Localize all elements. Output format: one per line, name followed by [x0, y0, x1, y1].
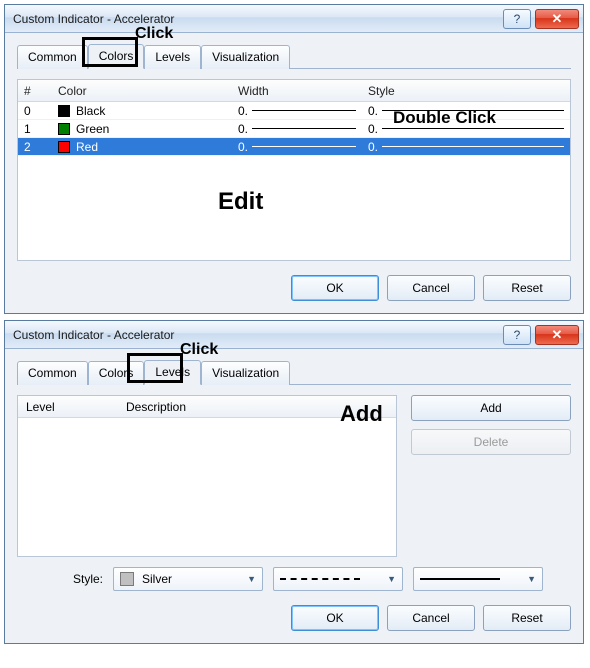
cell-width: 0.	[232, 104, 362, 118]
dialog-colors: Custom Indicator - Accelerator ? ✕ Click…	[4, 4, 584, 314]
chevron-down-icon: ▼	[247, 574, 256, 584]
tab-bar: Common Colors Levels Visualization	[17, 359, 571, 385]
tab-common[interactable]: Common	[17, 361, 88, 385]
close-button[interactable]: ✕	[535, 9, 579, 29]
chevron-down-icon: ▼	[387, 574, 396, 584]
col-color[interactable]: Color	[52, 84, 232, 98]
tab-colors[interactable]: Colors	[88, 361, 145, 385]
style-value: 0.	[368, 122, 378, 136]
levels-header: Level Description	[18, 396, 396, 418]
color-name: Green	[76, 122, 109, 136]
dialog-body: Click Common Colors Levels Visualization…	[5, 33, 583, 313]
dash-preview-icon	[280, 578, 360, 580]
help-icon: ?	[514, 328, 521, 342]
style-value: 0.	[368, 140, 378, 154]
style-dash-combo[interactable]: ▼	[273, 567, 403, 591]
chevron-down-icon: ▼	[527, 574, 536, 584]
dialog-levels: Custom Indicator - Accelerator ? ✕ Click…	[4, 320, 584, 644]
table-header: # Color Width Style	[18, 80, 570, 102]
style-value: 0.	[368, 104, 378, 118]
width-preview-icon	[252, 146, 356, 147]
levels-area: Level Description Add Delete	[17, 395, 571, 557]
ok-button[interactable]: OK	[291, 275, 379, 301]
style-color-combo[interactable]: Silver ▼	[113, 567, 263, 591]
delete-button: Delete	[411, 429, 571, 455]
color-swatch-icon	[58, 141, 70, 153]
button-row: OK Cancel Reset	[17, 275, 571, 301]
close-icon: ✕	[552, 327, 563, 343]
style-preview-icon	[382, 128, 564, 129]
tab-visualization[interactable]: Visualization	[201, 45, 290, 69]
width-value: 0.	[238, 104, 248, 118]
solid-preview-icon	[420, 578, 500, 580]
titlebar[interactable]: Custom Indicator - Accelerator ? ✕	[5, 321, 583, 349]
help-button[interactable]: ?	[503, 325, 531, 345]
ok-button[interactable]: OK	[291, 605, 379, 631]
cell-idx: 1	[18, 122, 52, 136]
cancel-button[interactable]: Cancel	[387, 605, 475, 631]
cancel-button[interactable]: Cancel	[387, 275, 475, 301]
col-index[interactable]: #	[18, 84, 52, 98]
tab-visualization[interactable]: Visualization	[201, 361, 290, 385]
table-row[interactable]: 1 Green 0. 0.	[18, 120, 570, 138]
cell-style: 0.	[362, 122, 570, 136]
tab-common[interactable]: Common	[17, 45, 88, 69]
col-width[interactable]: Width	[232, 84, 362, 98]
close-icon: ✕	[552, 11, 563, 27]
cell-idx: 0	[18, 104, 52, 118]
color-name: Black	[76, 104, 105, 118]
style-row: Style: Silver ▼ ▼ ▼	[17, 567, 571, 591]
cell-style: 0.	[362, 104, 570, 118]
style-color-name: Silver	[142, 572, 172, 586]
width-value: 0.	[238, 122, 248, 136]
style-label: Style:	[73, 572, 103, 586]
col-style[interactable]: Style	[362, 84, 570, 98]
cell-width: 0.	[232, 140, 362, 154]
tab-colors[interactable]: Colors	[88, 44, 145, 69]
style-preview-icon	[382, 146, 564, 147]
style-preview-icon	[382, 110, 564, 111]
tab-bar: Common Colors Levels Visualization	[17, 43, 571, 69]
table-row[interactable]: 0 Black 0. 0.	[18, 102, 570, 120]
cell-color: Green	[52, 122, 232, 136]
color-swatch-icon	[120, 572, 134, 586]
tab-levels[interactable]: Levels	[144, 45, 201, 69]
cell-style: 0.	[362, 140, 570, 154]
cell-color: Black	[52, 104, 232, 118]
col-level[interactable]: Level	[18, 396, 118, 417]
style-width-combo[interactable]: ▼	[413, 567, 543, 591]
window-title: Custom Indicator - Accelerator	[13, 12, 499, 26]
reset-button[interactable]: Reset	[483, 275, 571, 301]
table-row-selected[interactable]: 2 Red 0. 0.	[18, 138, 570, 156]
cell-idx: 2	[18, 140, 52, 154]
levels-table[interactable]: Level Description	[17, 395, 397, 557]
color-swatch-icon	[58, 123, 70, 135]
help-icon: ?	[514, 12, 521, 26]
window-title: Custom Indicator - Accelerator	[13, 328, 499, 342]
tab-levels[interactable]: Levels	[144, 360, 201, 385]
color-swatch-icon	[58, 105, 70, 117]
button-row: OK Cancel Reset	[17, 605, 571, 631]
colors-table: # Color Width Style 0 Black 0. 0. 1	[17, 79, 571, 261]
color-name: Red	[76, 140, 98, 154]
width-value: 0.	[238, 140, 248, 154]
help-button[interactable]: ?	[503, 9, 531, 29]
close-button[interactable]: ✕	[535, 325, 579, 345]
annotation-edit: Edit	[218, 188, 263, 216]
cell-color: Red	[52, 140, 232, 154]
col-description[interactable]: Description	[118, 396, 194, 417]
titlebar[interactable]: Custom Indicator - Accelerator ? ✕	[5, 5, 583, 33]
cell-width: 0.	[232, 122, 362, 136]
reset-button[interactable]: Reset	[483, 605, 571, 631]
levels-side-buttons: Add Delete	[411, 395, 571, 455]
dialog-body: Click Common Colors Levels Visualization…	[5, 349, 583, 643]
width-preview-icon	[252, 128, 356, 129]
add-button[interactable]: Add	[411, 395, 571, 421]
width-preview-icon	[252, 110, 356, 111]
